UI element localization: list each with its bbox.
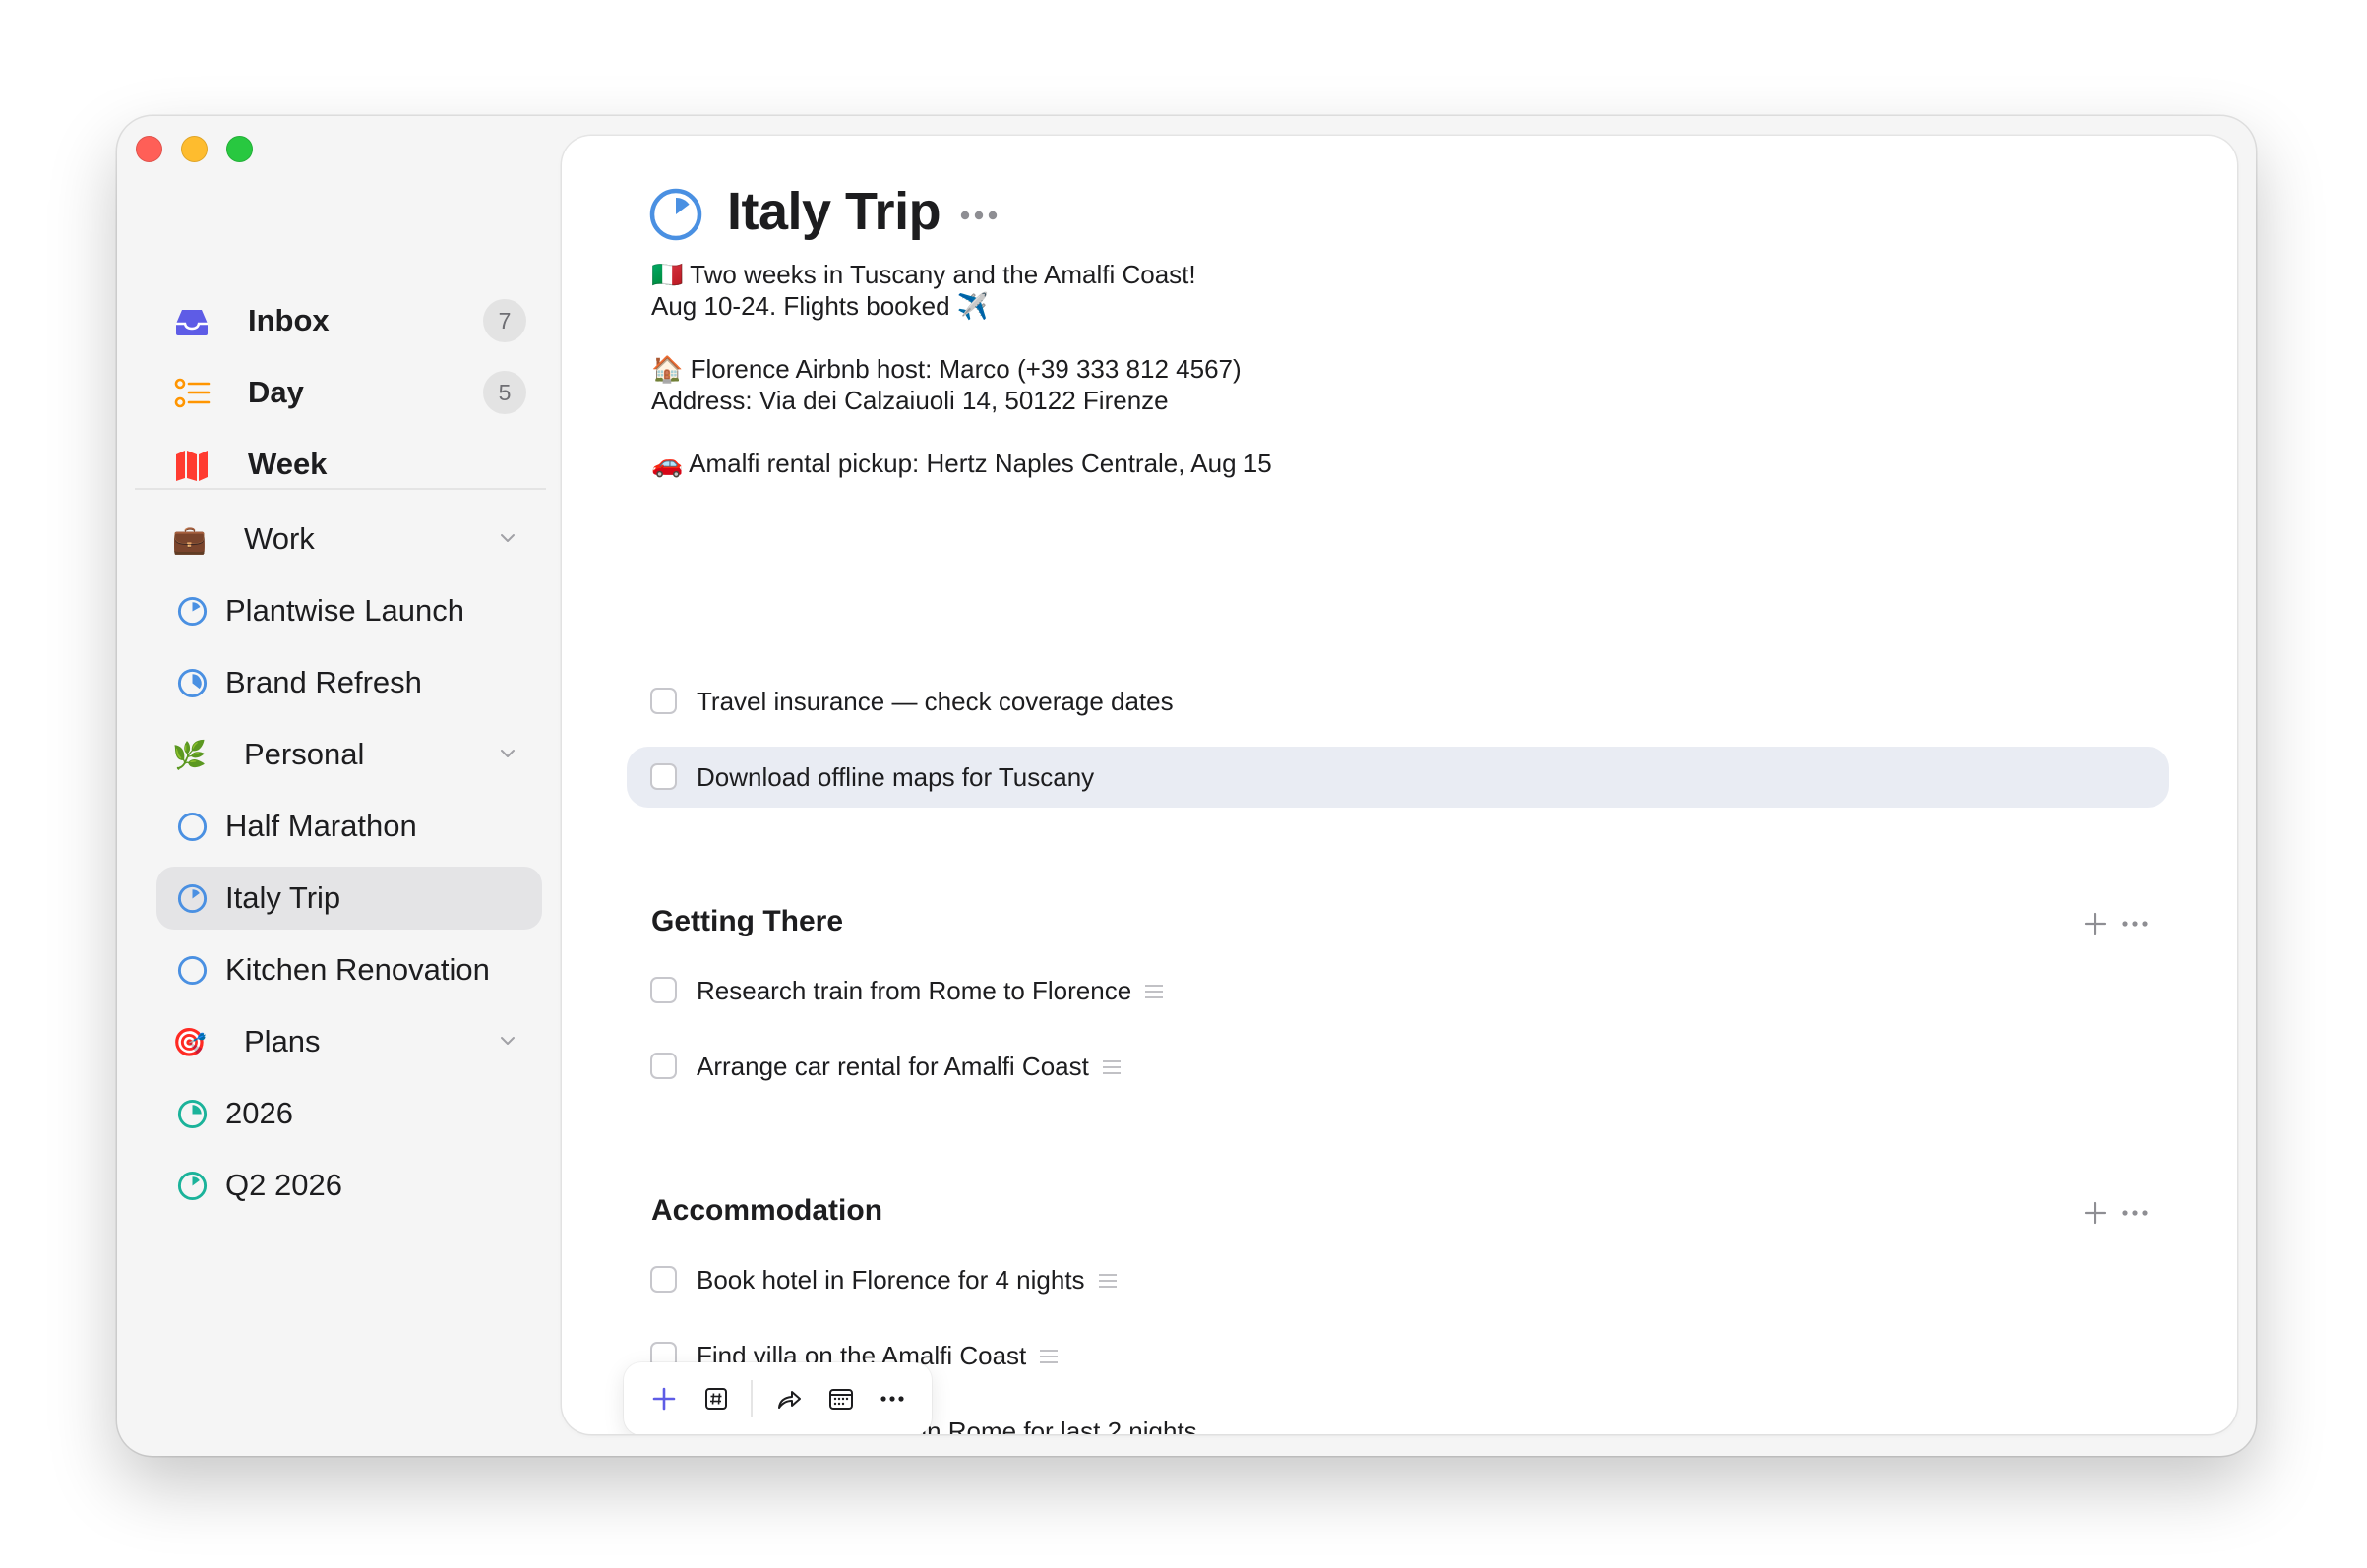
- task-row[interactable]: Research train from Rome to Florence: [627, 960, 2169, 1021]
- italy-flag-icon: 🇮🇹: [651, 260, 684, 289]
- sidebar-item-kitchen-renovation[interactable]: Kitchen Renovation: [156, 938, 542, 1001]
- more-icon[interactable]: [2120, 911, 2150, 936]
- sidebar-item-half-marathon[interactable]: Half Marathon: [156, 795, 542, 858]
- share-icon[interactable]: [774, 1384, 804, 1414]
- sidebar-item-inbox[interactable]: Inbox 7: [156, 289, 542, 352]
- note-line: Florence Airbnb host: Marco (+39 333 812…: [690, 354, 1242, 384]
- notes-indicator-icon: [1098, 1273, 1117, 1288]
- sidebar-item-day[interactable]: Day 5: [156, 361, 542, 424]
- sidebar-group-label: Personal: [244, 737, 365, 771]
- task-checkbox[interactable]: [650, 1053, 677, 1079]
- inbox-tray-icon: [176, 310, 208, 335]
- sidebar-item-label: Italy Trip: [225, 880, 341, 915]
- sidebar-item-label: Plantwise Launch: [225, 593, 464, 628]
- sidebar-item-label: Kitchen Renovation: [225, 952, 490, 987]
- briefcase-icon: 💼: [172, 523, 207, 555]
- map-icon: [176, 451, 208, 481]
- sidebar-item-italy-trip[interactable]: Italy Trip: [156, 867, 542, 930]
- task-title: Travel insurance — check coverage dates: [697, 687, 1174, 716]
- progress-ring-icon: [177, 668, 208, 698]
- more-icon[interactable]: [955, 198, 1002, 233]
- project-notes[interactable]: 🇮🇹 Two weeks in Tuscany and the Amalfi C…: [651, 259, 1272, 479]
- list-icon: [174, 378, 211, 408]
- add-task-icon[interactable]: [2083, 911, 2108, 936]
- more-icon[interactable]: [878, 1384, 907, 1414]
- section-title[interactable]: Getting There: [651, 905, 843, 938]
- task-title: Download offline maps for Tuscany: [697, 762, 1095, 792]
- chevron-down-icon[interactable]: [499, 745, 516, 762]
- sidebar-item-label: Brand Refresh: [225, 665, 422, 699]
- note-line: Aug 10-24. Flights booked: [651, 291, 950, 321]
- tag-icon[interactable]: [701, 1384, 731, 1414]
- inbox-count-badge: 7: [483, 299, 526, 342]
- chevron-down-icon[interactable]: [499, 1032, 516, 1050]
- airplane-icon: ✈️: [956, 291, 990, 321]
- sidebar-item-label: Inbox: [248, 303, 330, 337]
- sidebar-item-label: Half Marathon: [225, 809, 417, 843]
- section-title[interactable]: Accommodation: [651, 1194, 882, 1228]
- progress-ring-icon: [177, 812, 208, 842]
- sidebar: Inbox 7 Day 5 Week 💼 Work Plantwise Laun…: [117, 116, 560, 1456]
- house-icon: 🏠: [651, 354, 684, 384]
- task-checkbox[interactable]: [650, 763, 677, 790]
- notes-indicator-icon: [1102, 1059, 1121, 1074]
- notes-indicator-icon: [1145, 984, 1164, 998]
- page-title: Italy Trip: [727, 182, 941, 241]
- note-line: Address: Via dei Calzaiuoli 14, 50122 Fi…: [651, 386, 1169, 415]
- toolbar-divider: [751, 1380, 753, 1417]
- herb-icon: 🌿: [172, 739, 207, 770]
- sidebar-item-label: Week: [248, 447, 328, 481]
- target-icon: 🎯: [172, 1026, 207, 1057]
- sidebar-group-plans[interactable]: 🎯 Plans: [156, 1010, 542, 1073]
- note-line: Two weeks in Tuscany and the Amalfi Coas…: [690, 260, 1196, 289]
- task-title: Research train from Rome to Florence: [697, 976, 1132, 1005]
- progress-ring-icon: [177, 1171, 208, 1201]
- floating-toolbar: [624, 1362, 932, 1434]
- task-row[interactable]: Travel insurance — check coverage dates: [627, 671, 2169, 732]
- progress-ring-icon: [649, 188, 702, 241]
- sidebar-item-brand-refresh[interactable]: Brand Refresh: [156, 651, 542, 714]
- sidebar-item-label: Q2 2026: [225, 1168, 342, 1202]
- sidebar-group-label: Work: [244, 521, 315, 556]
- sidebar-item-week[interactable]: Week: [156, 433, 542, 496]
- task-row[interactable]: Arrange car rental for Amalfi Coast: [627, 1036, 2169, 1097]
- plus-icon[interactable]: [649, 1384, 679, 1414]
- project-view: Italy Trip 🇮🇹 Two weeks in Tuscany and t…: [562, 136, 2237, 1434]
- task-title: Book hotel in Florence for 4 nights: [697, 1265, 1085, 1295]
- sidebar-item-2026[interactable]: 2026: [156, 1082, 542, 1145]
- add-task-icon[interactable]: [2083, 1200, 2108, 1226]
- task-checkbox[interactable]: [650, 977, 677, 1003]
- progress-ring-icon: [177, 883, 208, 914]
- sidebar-item-q2-2026[interactable]: Q2 2026: [156, 1154, 542, 1217]
- more-icon[interactable]: [2120, 1200, 2150, 1226]
- sidebar-divider: [135, 488, 546, 490]
- app-window: Inbox 7 Day 5 Week 💼 Work Plantwise Laun…: [117, 116, 2256, 1456]
- sidebar-group-work[interactable]: 💼 Work: [156, 508, 542, 571]
- car-icon: 🚗: [651, 449, 684, 478]
- notes-indicator-icon: [1040, 1349, 1059, 1363]
- task-row[interactable]: Download offline maps for Tuscany: [627, 747, 2169, 808]
- day-count-badge: 5: [483, 371, 526, 414]
- sidebar-item-label: Day: [248, 375, 304, 409]
- task-row[interactable]: Book hotel in Florence for 4 nights: [627, 1249, 2169, 1310]
- calendar-icon[interactable]: [826, 1384, 856, 1414]
- sidebar-group-personal[interactable]: 🌿 Personal: [156, 723, 542, 786]
- progress-ring-icon: [177, 1099, 208, 1129]
- task-checkbox[interactable]: [650, 1266, 677, 1293]
- task-checkbox[interactable]: [650, 688, 677, 714]
- note-line: Amalfi rental pickup: Hertz Naples Centr…: [689, 449, 1272, 478]
- sidebar-item-label: 2026: [225, 1096, 293, 1130]
- chevron-down-icon[interactable]: [499, 529, 516, 547]
- task-title: Arrange car rental for Amalfi Coast: [697, 1052, 1089, 1081]
- progress-ring-icon: [177, 955, 208, 986]
- sidebar-item-plantwise-launch[interactable]: Plantwise Launch: [156, 579, 542, 642]
- sidebar-group-label: Plans: [244, 1024, 321, 1058]
- progress-ring-icon: [177, 596, 208, 627]
